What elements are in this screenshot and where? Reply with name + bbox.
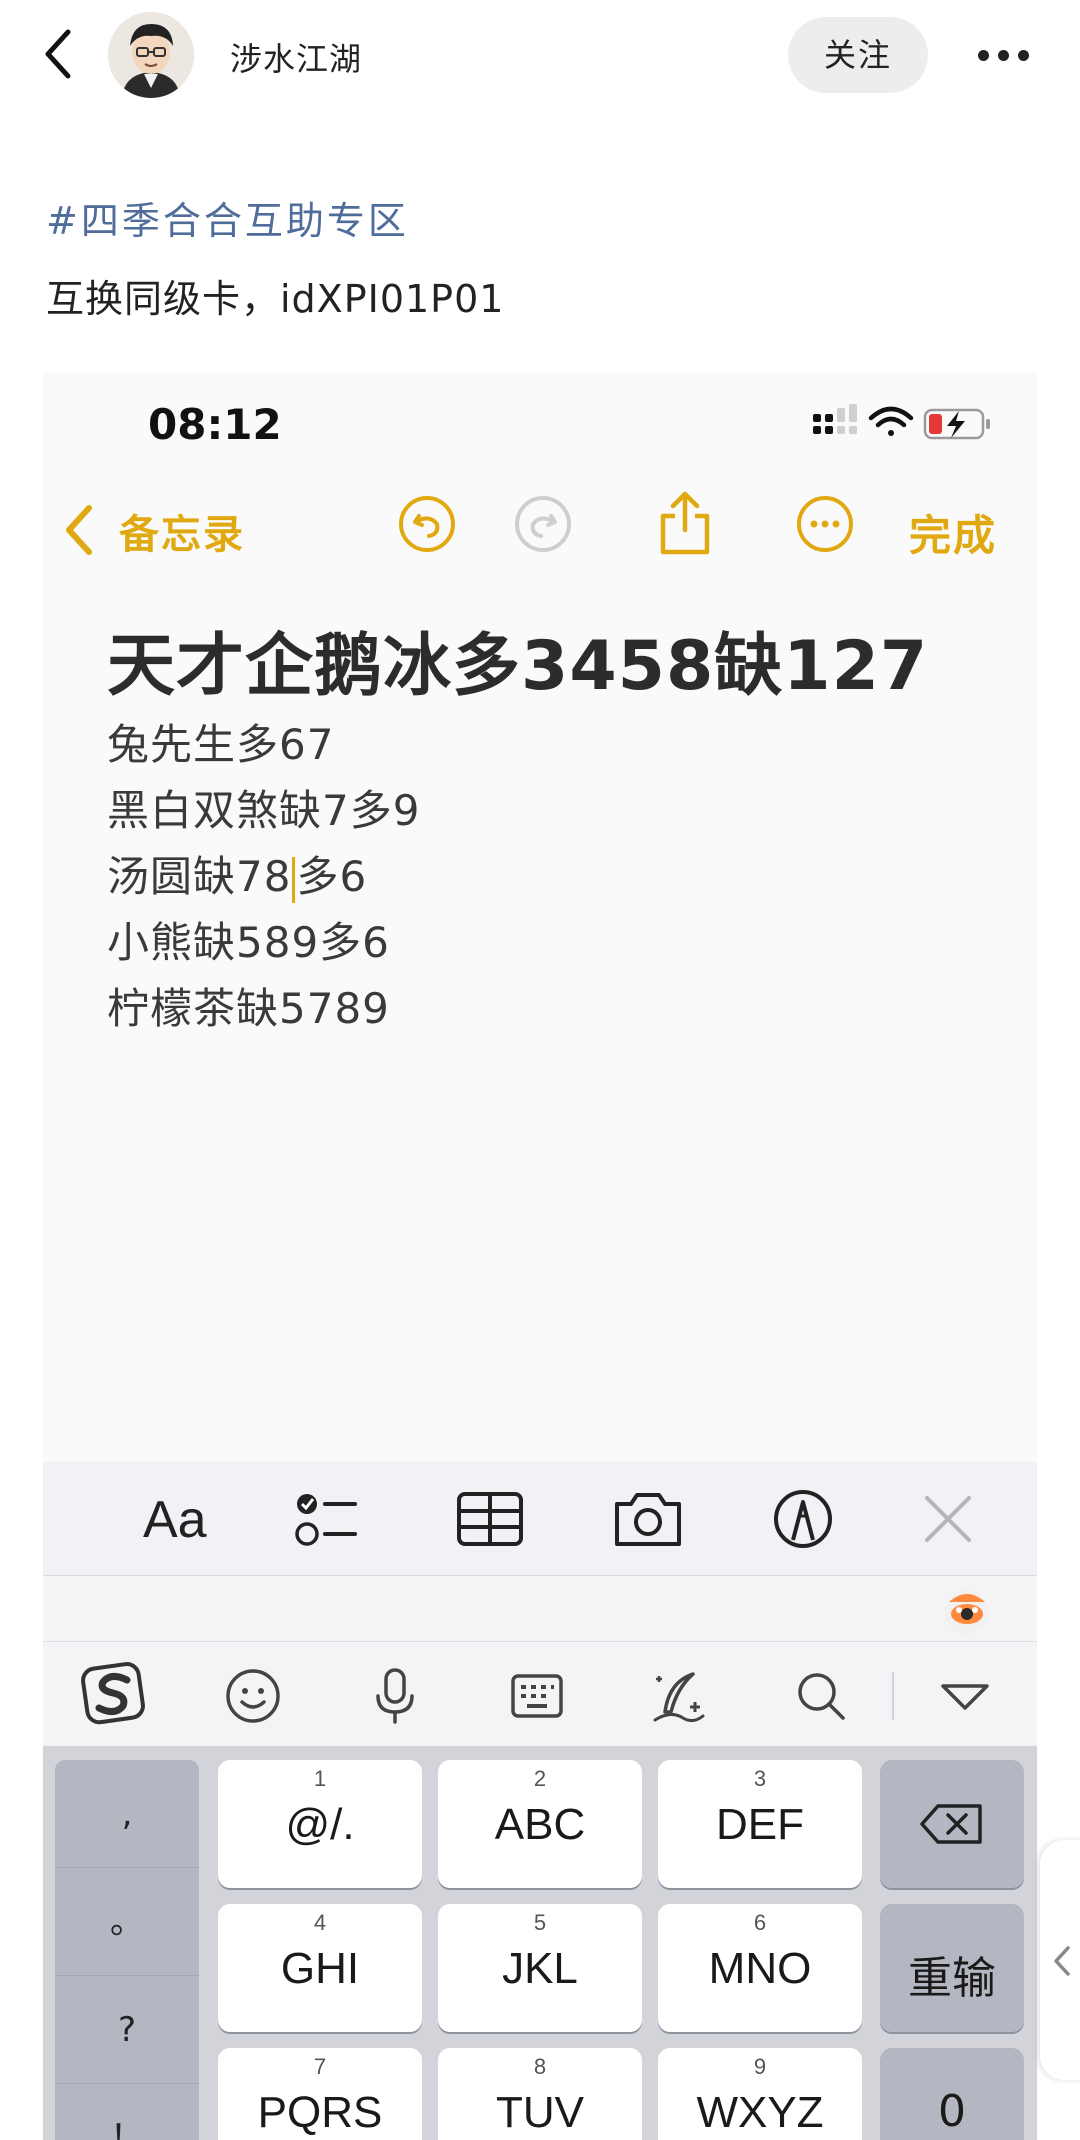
wifi-icon <box>868 406 914 436</box>
handwriting-icon[interactable] <box>649 1666 709 1726</box>
punct-key[interactable]: 。 <box>55 1868 199 1976</box>
text-format-button[interactable]: Aa <box>143 1490 207 1550</box>
delete-key[interactable] <box>880 1760 1024 1888</box>
key-1[interactable]: 1 @/. <box>218 1760 422 1888</box>
keyboard: , 。 ? ！ 1 @/. 2 ABC 3 DEF 4 GHI 5 JKL 6 MNO 重输… <box>43 1746 1037 2140</box>
author-name[interactable]: 涉水江湖 <box>230 34 362 80</box>
redo-icon[interactable] <box>511 492 575 556</box>
more-icon[interactable] <box>974 36 1034 76</box>
note-line: 小熊缺589多6 <box>107 918 390 967</box>
undo-icon[interactable] <box>395 492 459 556</box>
key-2[interactable]: 2 ABC <box>438 1760 642 1888</box>
key-0[interactable]: 0 <box>880 2048 1024 2140</box>
collapse-icon[interactable] <box>935 1666 995 1726</box>
signal-icon <box>813 404 857 434</box>
divider <box>892 1672 894 1720</box>
side-panel-handle[interactable] <box>1040 1840 1080 2080</box>
follow-button[interactable]: 关注 <box>788 17 928 93</box>
notes-back-chevron-icon[interactable] <box>59 500 99 560</box>
format-toolbar: Aa <box>43 1462 1037 1576</box>
delete-icon <box>920 1804 982 1844</box>
notes-back-label[interactable]: 备忘录 <box>119 502 245 560</box>
text-cursor <box>292 856 296 903</box>
candidate-bar <box>43 1576 1037 1642</box>
topic-tag[interactable]: #四季合合互助专区 <box>46 190 409 245</box>
punct-key[interactable]: , <box>55 1760 199 1868</box>
checklist-icon[interactable] <box>293 1484 363 1554</box>
key-3[interactable]: 3 DEF <box>658 1760 862 1888</box>
key-8[interactable]: 8 TUV <box>438 2048 642 2140</box>
mic-icon[interactable] <box>365 1666 425 1726</box>
status-time: 08:12 <box>148 400 282 449</box>
note-title[interactable]: 天才企鹅冰多3458缺127 <box>107 610 928 709</box>
chevron-left-icon <box>1054 1946 1070 1976</box>
emoji-icon[interactable] <box>223 1666 283 1726</box>
share-icon[interactable] <box>653 486 717 555</box>
keyboard-icon[interactable] <box>507 1666 567 1726</box>
search-icon[interactable] <box>791 1666 851 1726</box>
table-icon[interactable] <box>455 1484 525 1554</box>
punctuation-column: , 。 ? ！ <box>55 1760 199 2140</box>
battery-icon <box>923 408 990 440</box>
key-4[interactable]: 4 GHI <box>218 1904 422 2032</box>
camera-icon[interactable] <box>613 1484 683 1554</box>
back-chevron-icon <box>45 29 71 79</box>
ime-mascot-icon[interactable] <box>941 1584 993 1636</box>
punct-key[interactable]: ！ <box>55 2084 199 2140</box>
note-body[interactable]: 兔先生多67 黑白双煞缺7多9 汤圆缺78 多6 小熊缺589多6 柠檬茶缺578… <box>107 712 420 1042</box>
key-7[interactable]: 7 PQRS <box>218 2048 422 2140</box>
status-icons <box>763 402 1023 446</box>
note-line: 柠檬茶缺5789 <box>107 984 390 1033</box>
more-circle-icon[interactable] <box>793 492 857 556</box>
done-button[interactable]: 完成 <box>909 502 997 563</box>
back-button[interactable] <box>38 26 80 82</box>
note-line-part: 汤圆缺78 <box>107 852 292 901</box>
close-icon[interactable] <box>913 1484 983 1554</box>
sogou-icon[interactable] <box>79 1658 149 1728</box>
note-line: 黑白双煞缺7多9 <box>107 786 421 835</box>
note-line-part: 多6 <box>296 852 368 901</box>
ime-toolbar <box>43 1642 1037 1746</box>
key-6[interactable]: 6 MNO <box>658 1904 862 2032</box>
post-text: 互换同级卡，idXPI01P01 <box>46 277 505 321</box>
post-header: 涉水江湖 关注 <box>0 0 1080 112</box>
post-image[interactable]: 08:12 备忘录 完成 天才企鹅冰多3458缺127 兔先生多67 黑白双煞缺… <box>43 372 1037 2140</box>
markup-icon[interactable] <box>768 1484 838 1554</box>
key-5[interactable]: 5 JKL <box>438 1904 642 2032</box>
reset-key[interactable]: 重输 <box>880 1904 1024 2032</box>
note-line: 兔先生多67 <box>107 720 335 769</box>
avatar[interactable] <box>108 12 194 98</box>
note-line: 汤圆缺78 多6 <box>107 844 420 910</box>
punct-key[interactable]: ? <box>55 1976 199 2084</box>
key-9[interactable]: 9 WXYZ <box>658 2048 862 2140</box>
